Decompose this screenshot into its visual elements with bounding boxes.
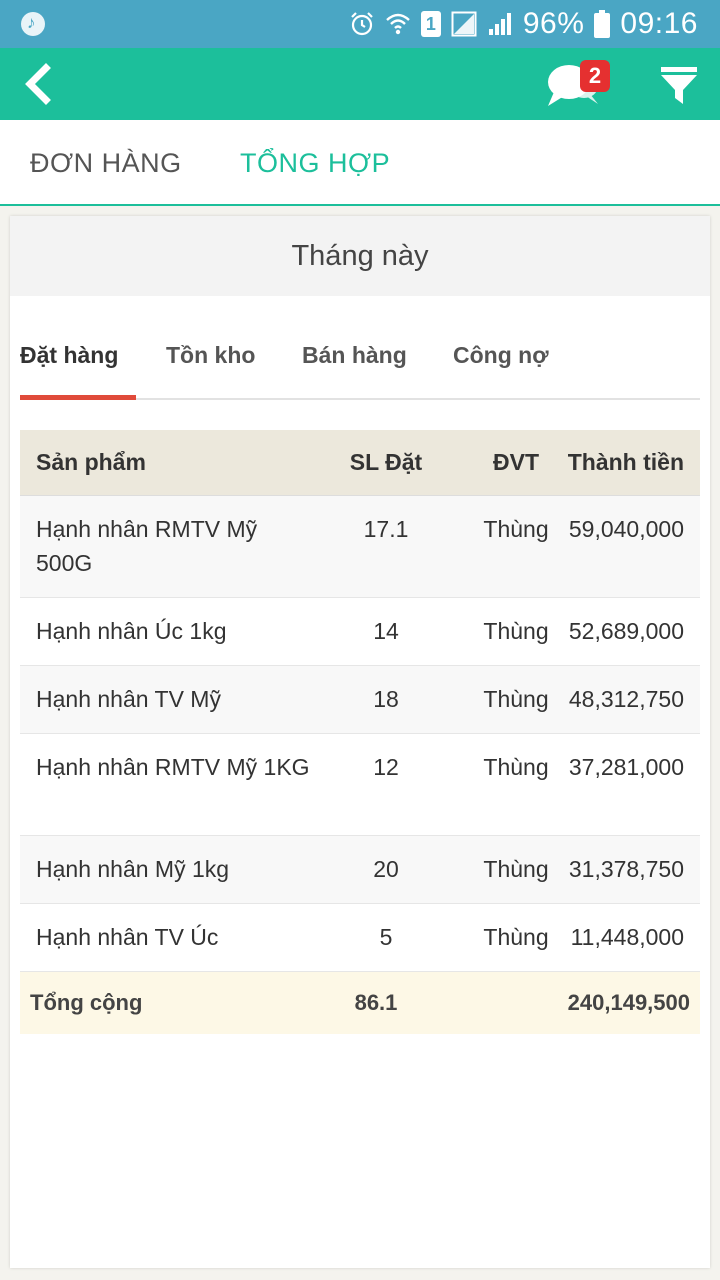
order-qty: 12: [373, 754, 399, 780]
tab-don-hang[interactable]: ĐƠN HÀNG: [30, 148, 182, 179]
amount: 11,448,000: [570, 924, 684, 950]
status-bar-right: 1 96% 09:16: [349, 0, 698, 48]
unit: Thùng: [483, 686, 549, 712]
subtab-ban-hang[interactable]: Bán hàng: [302, 342, 407, 369]
amount: 59,040,000: [568, 516, 684, 542]
signal-strength-icon: [488, 13, 511, 35]
active-subtab-indicator: [20, 395, 136, 400]
unit: Thùng: [483, 856, 549, 882]
back-arrow-icon: [25, 63, 51, 105]
table-row[interactable]: Hạnh nhân TV Mỹ 18 Thùng 48,312,750: [20, 666, 700, 734]
music-notification-icon: [21, 12, 45, 36]
subtab-ton-kho[interactable]: Tồn kho: [166, 342, 255, 369]
filter-button[interactable]: [660, 66, 698, 106]
period-selector[interactable]: Tháng này: [10, 216, 710, 296]
signal-empty-icon: [451, 11, 477, 37]
sim-slot-icon: 1: [420, 11, 441, 37]
unit: Thùng: [483, 754, 549, 780]
table-row[interactable]: Hạnh nhân Úc 1kg 14 Thùng 52,689,000: [20, 598, 700, 666]
amount: 48,312,750: [568, 686, 684, 712]
header-product: Sản phẩm: [36, 449, 146, 475]
product-name: Hạnh nhân RMTV Mỹ 500G: [36, 516, 258, 576]
product-name: Hạnh nhân RMTV Mỹ 1KG: [36, 754, 310, 780]
wifi-icon: [386, 13, 410, 35]
subtab-dat-hang[interactable]: Đặt hàng: [20, 342, 118, 369]
table-header: Sản phẩm SL Đặt ĐVT Thành tiền: [20, 430, 700, 496]
filter-icon: [661, 67, 697, 104]
product-name: Hạnh nhân Úc 1kg: [36, 618, 227, 644]
order-qty: 17.1: [363, 516, 409, 542]
total-row: Tổng cộng 86.1 240,149,500: [20, 972, 700, 1034]
product-name: Hạnh nhân TV Úc: [36, 924, 219, 950]
amount: 31,378,750: [568, 856, 684, 882]
back-button[interactable]: [18, 62, 62, 106]
total-label: Tổng cộng: [30, 990, 143, 1015]
table-row[interactable]: Hạnh nhân TV Úc 5 Thùng 11,448,000: [20, 904, 700, 972]
header-unit: ĐVT: [493, 449, 539, 475]
app-bar: 2: [0, 48, 720, 120]
header-amount: Thành tiền: [567, 449, 684, 475]
table-row[interactable]: Hạnh nhân Mỹ 1kg 20 Thùng 31,378,750: [20, 836, 700, 904]
product-name: Hạnh nhân Mỹ 1kg: [36, 856, 230, 882]
order-qty: 18: [373, 686, 399, 712]
main-tabs: ĐƠN HÀNG TỔNG HỢP: [0, 120, 720, 206]
unit: Thùng: [483, 516, 549, 542]
order-summary-table: Sản phẩm SL Đặt ĐVT Thành tiền Hạnh nhân…: [20, 430, 700, 1034]
sub-tabs: Đặt hàng Tồn kho Bán hàng Công nợ: [20, 320, 700, 400]
unit: Thùng: [483, 618, 549, 644]
status-bar: 1 96% 09:16: [0, 0, 720, 48]
battery-percent: 96%: [522, 7, 585, 40]
order-qty: 5: [379, 924, 393, 950]
amount: 37,281,000: [568, 754, 684, 780]
table-row[interactable]: Hạnh nhân RMTV Mỹ 500G 17.1 Thùng 59,040…: [20, 496, 700, 598]
order-qty: 14: [373, 618, 399, 644]
subtab-cong-no[interactable]: Công nợ: [453, 342, 549, 369]
total-qty: 86.1: [354, 990, 398, 1015]
amount: 52,689,000: [568, 618, 684, 644]
clock: 09:16: [620, 7, 698, 40]
product-name: Hạnh nhân TV Mỹ: [36, 686, 221, 712]
notification-badge: 2: [580, 60, 610, 92]
tab-tong-hop[interactable]: TỔNG HỢP: [240, 148, 390, 179]
battery-icon: [594, 10, 611, 38]
order-qty: 20: [373, 856, 399, 882]
summary-card: Tháng này Đặt hàng Tồn kho Bán hàng Công…: [10, 216, 710, 1268]
unit: Thùng: [483, 924, 549, 950]
total-amount: 240,149,500: [567, 990, 690, 1015]
header-qty: SL Đặt: [349, 449, 423, 475]
table-row[interactable]: Hạnh nhân RMTV Mỹ 1KG 12 Thùng 37,281,00…: [20, 734, 700, 836]
alarm-icon: [351, 12, 373, 36]
